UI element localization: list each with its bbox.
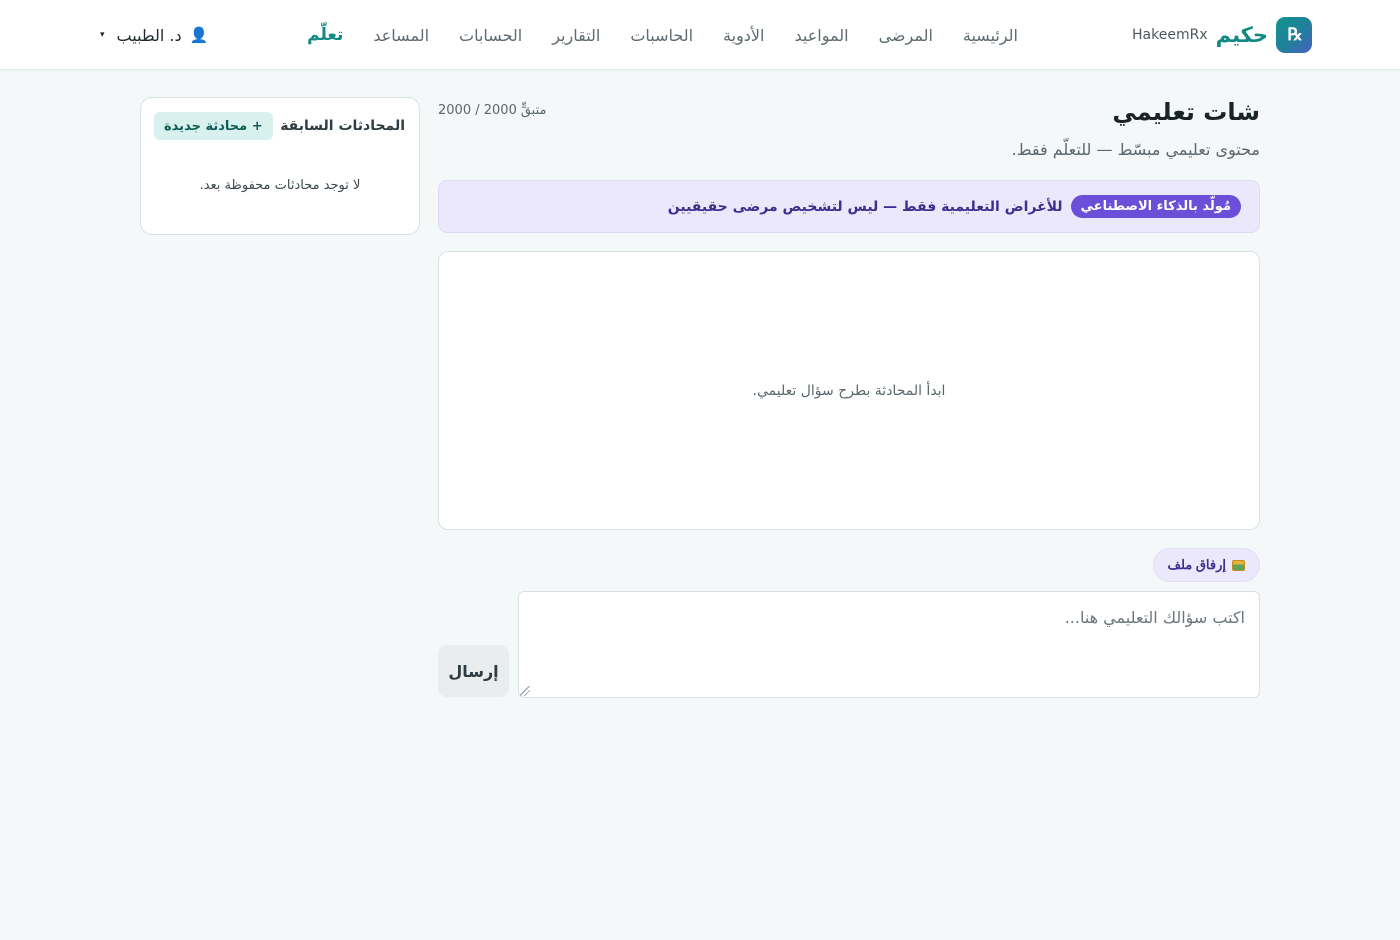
user-icon: 👤: [189, 26, 209, 44]
history-empty-message: لا توجد محادثات محفوظة بعد.: [199, 178, 361, 193]
chat-empty-message: ابدأ المحادثة بطرح سؤال تعليمي.: [752, 382, 946, 399]
brand[interactable]: ℞ حكيم HakeemRx: [1132, 17, 1312, 53]
attach-file-button[interactable]: إرفاق ملف: [1152, 548, 1260, 582]
disclaimer-text: للأغراض التعليمية فقط — ليس لتشخيص مرضى …: [667, 198, 1063, 215]
nav-item-medications[interactable]: الأدوية: [723, 26, 764, 45]
attach-file-label: إرفاق ملف: [1167, 557, 1227, 572]
nav-item-learn[interactable]: تعلّم: [307, 25, 343, 45]
chat-main: شات تعليمي محتوى تعليمي مبسّط — للتعلّم …: [438, 98, 1260, 698]
chevron-down-icon: ▾: [100, 30, 105, 40]
rx-logo-icon: ℞: [1276, 17, 1312, 53]
send-button[interactable]: إرسال: [438, 645, 509, 697]
ai-disclaimer-banner: مُولّد بالذكاء الاصطناعي للأغراض التعليم…: [438, 180, 1260, 233]
conversation-history-panel: المحادثات السابقة + محادثة جديدة لا توجد…: [140, 97, 420, 235]
question-input[interactable]: [518, 591, 1260, 698]
top-navbar: ℞ حكيم HakeemRx الرئيسية المرضى المواعيد…: [0, 0, 1400, 70]
nav-item-patients[interactable]: المرضى: [879, 26, 933, 45]
page-header: شات تعليمي محتوى تعليمي مبسّط — للتعلّم …: [438, 98, 1260, 160]
resize-handle-icon[interactable]: [520, 686, 530, 696]
image-icon: [1232, 559, 1245, 571]
nav-item-accounts[interactable]: الحسابات: [459, 26, 522, 45]
ai-generated-badge: مُولّد بالذكاء الاصطناعي: [1070, 195, 1241, 218]
page-subtitle: محتوى تعليمي مبسّط — للتعلّم فقط.: [1011, 140, 1260, 159]
main-nav: الرئيسية المرضى المواعيد الأدوية الحاسبا…: [307, 22, 1018, 48]
user-menu[interactable]: 👤 د. الطبيب ▾: [100, 24, 208, 46]
char-counter: متبقٍّ 2000 / 2000: [438, 103, 547, 118]
brand-name-arabic: حكيم: [1215, 23, 1268, 47]
nav-item-assistant[interactable]: المساعد: [373, 26, 429, 45]
char-counter-value: 2000 / 2000: [438, 103, 517, 118]
nav-item-home[interactable]: الرئيسية: [963, 26, 1018, 45]
nav-item-calculators[interactable]: الحاسبات: [630, 26, 693, 45]
page-title: شات تعليمي: [1112, 98, 1260, 126]
nav-item-reports[interactable]: التقارير: [552, 26, 600, 45]
user-name: د. الطبيب: [116, 25, 182, 45]
brand-name-english: HakeemRx: [1132, 27, 1208, 43]
nav-item-appointments[interactable]: المواعيد: [795, 26, 849, 45]
char-counter-label: متبقٍّ: [520, 103, 547, 118]
history-title: المحادثات السابقة: [280, 118, 405, 134]
chat-messages-area[interactable]: ابدأ المحادثة بطرح سؤال تعليمي.: [438, 251, 1260, 530]
composer: إرسال: [438, 591, 1260, 699]
new-chat-button[interactable]: + محادثة جديدة: [154, 112, 273, 140]
